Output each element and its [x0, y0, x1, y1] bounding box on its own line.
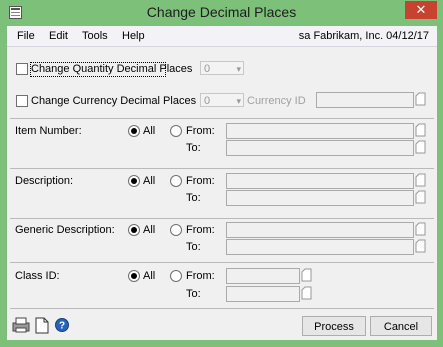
title-bar: Change Decimal Places ✕ [0, 0, 443, 26]
item-number-all-label: All [143, 125, 156, 137]
class-id-from-label: From: [186, 270, 215, 282]
class-id-label: Class ID: [15, 270, 60, 282]
lookup-icon[interactable] [415, 239, 426, 253]
generic-description-all-radio[interactable] [128, 224, 140, 236]
description-from-label: From: [186, 175, 215, 187]
item-number-label: Item Number: [15, 125, 82, 137]
lookup-icon[interactable] [415, 190, 426, 204]
help-icon[interactable]: ? [55, 318, 69, 332]
svg-text:?: ? [59, 321, 65, 332]
generic-description-label: Generic Description: [15, 224, 115, 236]
class-id-from-radio[interactable] [170, 270, 182, 282]
close-button[interactable]: ✕ [405, 1, 437, 19]
divider [10, 118, 434, 119]
quantity-decimal-checkbox[interactable] [16, 63, 28, 75]
menu-bar: File Edit Tools Help sa Fabrikam, Inc. 0… [7, 26, 437, 47]
currency-decimal-select[interactable]: 0 ▾ [200, 93, 244, 107]
class-id-from-field[interactable] [226, 268, 300, 284]
divider [10, 308, 434, 309]
description-from-radio[interactable] [170, 175, 182, 187]
generic-description-from-field[interactable] [226, 222, 414, 238]
lookup-icon[interactable] [415, 140, 426, 154]
class-id-to-label: To: [186, 288, 201, 300]
currency-decimal-checkbox[interactable] [16, 95, 28, 107]
description-all-label: All [143, 175, 156, 187]
item-number-to-field[interactable] [226, 140, 414, 156]
item-number-from-radio[interactable] [170, 125, 182, 137]
window-title: Change Decimal Places [146, 4, 297, 20]
company-info: sa Fabrikam, Inc. 04/12/17 [298, 30, 429, 42]
printer-icon[interactable] [11, 316, 33, 334]
description-all-radio[interactable] [128, 175, 140, 187]
lookup-icon[interactable] [301, 268, 312, 282]
generic-description-to-field[interactable] [226, 239, 414, 255]
generic-description-from-label: From: [186, 224, 215, 236]
client-area: File Edit Tools Help sa Fabrikam, Inc. 0… [7, 26, 437, 340]
menu-file[interactable]: File [17, 30, 35, 42]
process-button[interactable]: Process [302, 316, 366, 336]
divider [10, 168, 434, 169]
window: Change Decimal Places ✕ File Edit Tools … [0, 0, 443, 347]
item-number-from-field[interactable] [226, 123, 414, 139]
description-from-field[interactable] [226, 173, 414, 189]
generic-description-all-label: All [143, 224, 156, 236]
quantity-decimal-label: Change Quantity Decimal Places [31, 63, 193, 75]
lookup-icon[interactable] [415, 173, 426, 187]
currency-decimal-label: Change Currency Decimal Places [31, 95, 197, 107]
document-icon[interactable] [35, 317, 49, 334]
lookup-icon[interactable] [415, 92, 426, 106]
class-id-to-field[interactable] [226, 286, 300, 302]
quantity-decimal-select[interactable]: 0 ▾ [200, 61, 244, 75]
divider [10, 262, 434, 263]
generic-description-to-label: To: [186, 241, 201, 253]
chevron-down-icon: ▾ [236, 64, 241, 74]
divider [10, 218, 434, 219]
lookup-icon[interactable] [301, 286, 312, 300]
description-label: Description: [15, 175, 74, 187]
description-to-label: To: [186, 192, 201, 204]
menu-help[interactable]: Help [122, 30, 145, 42]
lookup-icon[interactable] [415, 222, 426, 236]
class-id-all-radio[interactable] [128, 270, 140, 282]
description-to-field[interactable] [226, 190, 414, 206]
menu-edit[interactable]: Edit [49, 30, 68, 42]
lookup-icon[interactable] [415, 123, 426, 137]
currency-id-label: Currency ID [247, 95, 306, 107]
item-number-to-label: To: [186, 142, 201, 154]
chevron-down-icon: ▾ [236, 96, 241, 106]
class-id-all-label: All [143, 270, 156, 282]
currency-id-field[interactable] [316, 92, 414, 108]
item-number-from-label: From: [186, 125, 215, 137]
menu-tools[interactable]: Tools [82, 30, 108, 42]
item-number-all-radio[interactable] [128, 125, 140, 137]
cancel-button[interactable]: Cancel [370, 316, 432, 336]
generic-description-from-radio[interactable] [170, 224, 182, 236]
